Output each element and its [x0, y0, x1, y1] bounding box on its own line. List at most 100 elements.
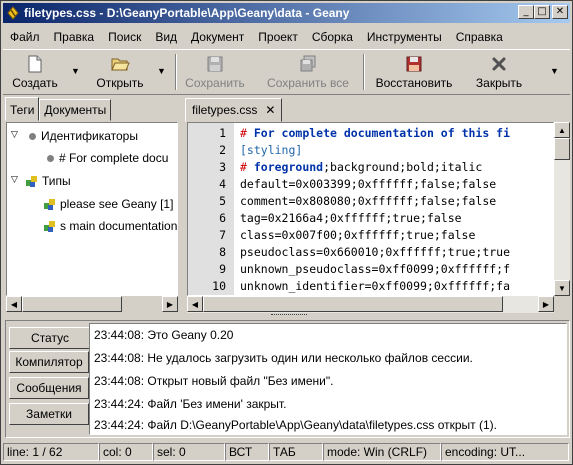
- tree-item-label: s main documentation: [60, 219, 178, 233]
- new-button[interactable]: Создать: [9, 52, 61, 94]
- tab-close-icon[interactable]: ✕: [265, 103, 275, 117]
- line-number: 5: [219, 194, 226, 208]
- close-file-button-label: Закрыть: [475, 76, 523, 90]
- type-cubes-icon: [44, 221, 55, 232]
- minimize-button[interactable]: _: [518, 5, 534, 19]
- log-line: 23:44:08: Это Geany 0.20: [94, 328, 234, 342]
- editor-tab-label: filetypes.css: [192, 103, 258, 117]
- open-dropdown-arrow-icon[interactable]: ▼: [157, 66, 166, 76]
- code-editor[interactable]: 1 2 3 4 5 6 7 8 9 10 # For complete docu…: [187, 122, 554, 296]
- code-line: # For complete documentation of this fi: [240, 126, 510, 140]
- tab-notes[interactable]: Заметки: [9, 403, 89, 425]
- scroll-left-button[interactable]: ◀: [6, 296, 22, 312]
- minimize-icon: _: [523, 6, 529, 17]
- status-sel: sel: 0: [153, 443, 225, 461]
- comment-hash: #: [240, 160, 254, 174]
- sidebar-scroll-thumb[interactable]: [22, 296, 122, 312]
- scroll-up-button[interactable]: ▲: [554, 122, 570, 138]
- close-window-button[interactable]: ✕: [552, 5, 568, 19]
- line-number: 4: [219, 177, 226, 191]
- tab-compiler[interactable]: Компилятор: [9, 351, 89, 373]
- open-folder-icon: [111, 58, 130, 71]
- close-x-icon: [492, 57, 506, 71]
- line-number: 3: [219, 160, 226, 174]
- maximize-icon: □: [537, 6, 547, 17]
- close-file-button[interactable]: Закрыть: [469, 52, 529, 94]
- geany-window: filetypes.css - D:\GeanyPortable\App\Gea…: [0, 0, 573, 465]
- expander-down-icon[interactable]: ▽: [11, 129, 18, 140]
- code-line: # foreground;background;bold;italic: [240, 160, 482, 174]
- menu-view[interactable]: Вид: [148, 30, 184, 44]
- status-encoding: encoding: UT...: [441, 443, 569, 461]
- toolbar-separator: [363, 54, 365, 90]
- line-number-gutter: 1 2 3 4 5 6 7 8 9 10: [188, 123, 234, 295]
- menu-edit[interactable]: Правка: [47, 30, 102, 44]
- expander-down-icon[interactable]: ▽: [11, 174, 18, 185]
- editor-tab-filetypes-css[interactable]: filetypes.css ✕: [185, 98, 283, 122]
- menu-tools[interactable]: Инструменты: [360, 30, 449, 44]
- tree-item-label: please see Geany [1]: [60, 197, 174, 211]
- scroll-left-button[interactable]: ◀: [187, 296, 203, 312]
- tree-item[interactable]: # For complete docu: [47, 148, 168, 168]
- menu-search[interactable]: Поиск: [101, 30, 148, 44]
- tree-group-label: Идентификаторы: [41, 129, 138, 143]
- status-log[interactable]: 23:44:08: Это Geany 0.20 23:44:08: Не уд…: [89, 323, 567, 435]
- menu-file[interactable]: Файл: [3, 30, 47, 44]
- toolbar: Создать ▼ Открыть ▼ Сохранить Сохранить …: [3, 49, 570, 95]
- pane-splitter-handle[interactable]: [271, 314, 307, 318]
- tree-group-types[interactable]: Типы: [25, 171, 71, 191]
- code-line: [styling]: [240, 143, 303, 157]
- arrow-left-icon: ◀: [191, 299, 199, 309]
- log-line: 23:44:24: Файл 'Без имени' закрыт.: [94, 397, 287, 411]
- revert-button[interactable]: Восстановить: [369, 52, 459, 94]
- geany-app-icon: [7, 6, 19, 20]
- new-dropdown-arrow-icon[interactable]: ▼: [71, 66, 80, 76]
- menu-build[interactable]: Сборка: [305, 30, 360, 44]
- tab-documents[interactable]: Документы: [39, 99, 112, 121]
- tree-item-label: # For complete docu: [59, 151, 169, 165]
- title-bar[interactable]: filetypes.css - D:\GeanyPortable\App\Gea…: [3, 3, 570, 23]
- maximize-button[interactable]: □: [534, 5, 550, 19]
- tree-item[interactable]: s main documentation: [43, 216, 177, 236]
- revert-icon: [406, 56, 422, 72]
- editor-vscroll-thumb[interactable]: [554, 138, 570, 160]
- scroll-right-button[interactable]: ▶: [162, 296, 178, 312]
- toolbar-overflow-arrow-icon[interactable]: ▼: [550, 66, 559, 76]
- tab-symbols[interactable]: Теги: [5, 97, 40, 121]
- save-button[interactable]: Сохранить: [179, 52, 251, 94]
- window-title: filetypes.css - D:\GeanyPortable\App\Gea…: [24, 6, 350, 20]
- code-line: comment=0x808080;0xffffff;false;false: [240, 194, 497, 208]
- open-button[interactable]: Открыть: [89, 52, 151, 94]
- editor-hscroll-thumb[interactable]: [203, 296, 503, 312]
- tab-status[interactable]: Статус: [9, 327, 91, 349]
- menu-document[interactable]: Документ: [184, 30, 251, 44]
- line-number: 6: [219, 211, 226, 225]
- open-button-label: Открыть: [96, 76, 144, 90]
- sidebar-horizontal-scrollbar[interactable]: ◀ ▶: [6, 296, 178, 313]
- log-line: 23:44:08: Открыт новый файл "Без имени".: [94, 374, 334, 388]
- tree-item[interactable]: please see Geany [1]: [43, 194, 173, 214]
- tree-group-identifiers[interactable]: Идентификаторы: [29, 126, 138, 146]
- status-line: line: 1 / 62: [3, 443, 99, 461]
- log-line: 23:44:08: Не удалось загрузить один или …: [94, 351, 473, 365]
- menu-project[interactable]: Проект: [251, 30, 305, 44]
- code-line: tag=0x2166a4;0xffffff;true;false: [240, 211, 462, 225]
- arrow-up-icon: ▲: [558, 125, 566, 135]
- identifier-dot-icon: [47, 154, 54, 162]
- close-icon: ✕: [555, 6, 565, 17]
- menu-help[interactable]: Справка: [449, 30, 510, 44]
- log-line: 23:44:24: Файл D:\GeanyPortable\App\Gean…: [94, 418, 497, 432]
- editor-vertical-scrollbar[interactable]: ▲ ▼: [554, 122, 570, 296]
- window-controls: _ □ ✕: [518, 5, 568, 19]
- status-eol-mode: mode: Win (CRLF): [323, 443, 441, 461]
- save-all-button[interactable]: Сохранить все: [261, 52, 355, 94]
- scroll-right-button[interactable]: ▶: [538, 296, 554, 312]
- arrow-right-icon: ▶: [542, 299, 550, 309]
- tab-messages[interactable]: Сообщения: [9, 377, 89, 399]
- line-number: 8: [219, 245, 226, 259]
- scroll-down-button[interactable]: ▼: [554, 280, 570, 296]
- code-text: ;background;bold;italic: [323, 160, 483, 174]
- editor-horizontal-scrollbar[interactable]: ◀ ▶: [187, 296, 554, 313]
- code-line: pseudoclass=0x660010;0xffffff;true;true: [240, 245, 511, 259]
- line-number: 1: [219, 126, 226, 140]
